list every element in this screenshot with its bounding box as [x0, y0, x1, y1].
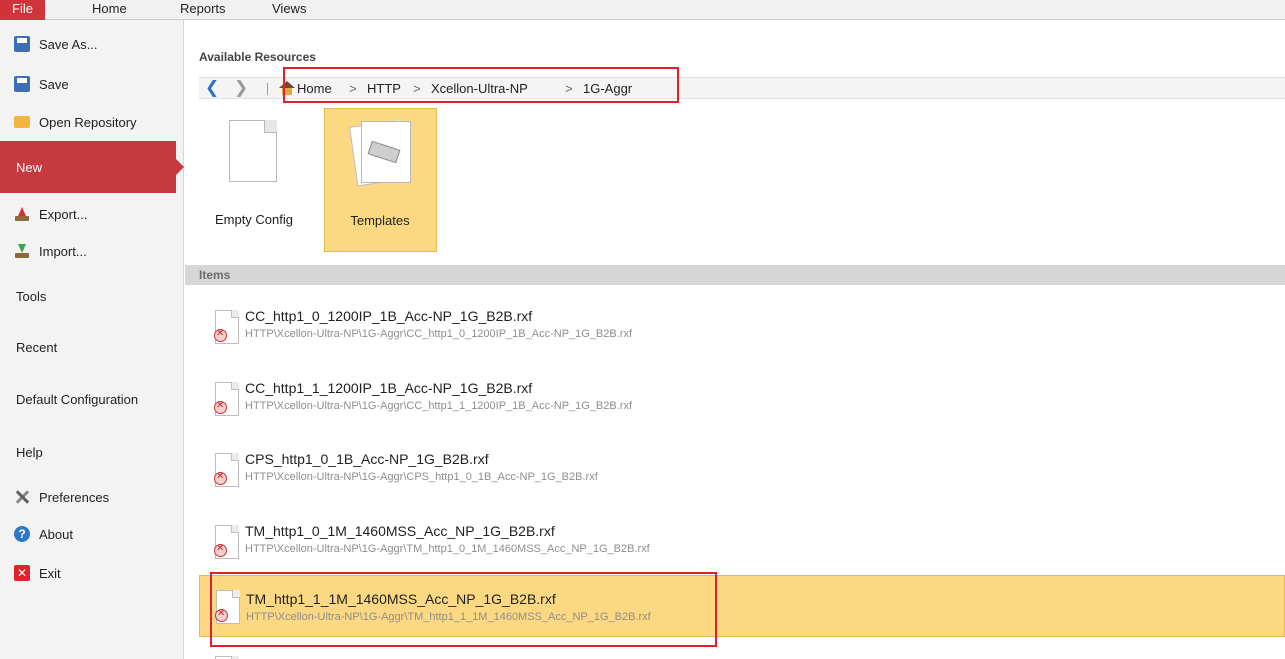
tile-empty-config[interactable]: Empty Config [199, 108, 309, 252]
nav-tools[interactable]: Tools [0, 288, 184, 308]
list-item[interactable]: TM_http1_0_1M_1460MSS_Acc_NP_1G_B2B.rxf … [199, 513, 1285, 571]
items-header: Items [185, 265, 1285, 285]
nav-recent-label: Recent [16, 340, 58, 355]
highlight-box-selected-item [210, 572, 717, 647]
tab-reports[interactable]: Reports [180, 0, 226, 20]
back-arrow-icon[interactable]: ❮ [205, 79, 219, 97]
list-item[interactable]: CPS_http1_0_1B_Acc-NP_1G_B2B.rxf HTTP\Xc… [199, 441, 1285, 499]
list-item[interactable]: CC_http1_1_1200IP_1B_Acc-NP_1G_B2B.rxf H… [199, 370, 1285, 428]
tab-views[interactable]: Views [272, 0, 306, 20]
item-name: CPS_http1_0_1B_Acc-NP_1G_B2B.rxf [245, 451, 489, 467]
tile-templates[interactable]: Templates [324, 108, 437, 252]
nav-export-label: Export... [39, 207, 88, 222]
tab-file[interactable]: File [0, 0, 45, 20]
tab-home[interactable]: Home [92, 0, 127, 20]
item-name: CC_http1_1_1200IP_1B_Acc-NP_1G_B2B.rxf [245, 380, 533, 396]
ribbon-menu-bar: File Home Reports Views [0, 0, 1285, 20]
help-icon: ? [14, 526, 30, 542]
nav-save-as[interactable]: Save As... [0, 36, 184, 56]
nav-preferences-label: Preferences [39, 490, 110, 505]
error-badge-icon [214, 400, 227, 414]
nav-help-label: Help [16, 445, 43, 460]
export-icon [14, 206, 30, 222]
items-header-label: Items [199, 268, 231, 282]
folder-icon [14, 116, 30, 128]
blank-document-icon [229, 120, 277, 182]
tools-icon [14, 489, 30, 505]
item-name: TM_http1_0_1M_1460MSS_Acc_NP_1G_B2B.rxf [245, 523, 555, 539]
nav-exit-label: Exit [39, 566, 61, 581]
nav-open-repository[interactable]: Open Repository [0, 114, 184, 134]
item-name: CC_http1_0_1200IP_1B_Acc-NP_1G_B2B.rxf [245, 308, 533, 324]
forward-arrow-icon[interactable]: ❯ [234, 79, 248, 97]
tile-templates-label: Templates [350, 213, 410, 228]
import-icon [14, 243, 30, 259]
toolbar-separator [267, 83, 268, 95]
nav-recent[interactable]: Recent [0, 339, 184, 359]
nav-import[interactable]: Import... [0, 243, 184, 263]
available-resources-title: Available Resources [199, 50, 316, 64]
nav-save[interactable]: Save [0, 76, 184, 96]
nav-new-label: New [16, 160, 43, 175]
close-icon: ✕ [14, 565, 30, 581]
item-path: HTTP\Xcellon-Ultra-NP\1G-Aggr\CC_http1_1… [245, 400, 633, 412]
highlight-box-breadcrumb [283, 67, 679, 103]
nav-default-configuration[interactable]: Default Configuration [0, 391, 184, 411]
nav-preferences[interactable]: Preferences [0, 489, 184, 509]
backstage-nav: Save As... Save Open Repository New Expo… [0, 20, 184, 659]
error-badge-icon [214, 471, 227, 485]
save-icon [14, 36, 30, 52]
nav-import-label: Import... [39, 244, 87, 259]
list-item-partial[interactable] [199, 652, 1285, 659]
item-path: HTTP\Xcellon-Ultra-NP\1G-Aggr\TM_http1_0… [245, 543, 650, 555]
item-path: HTTP\Xcellon-Ultra-NP\1G-Aggr\CPS_http1_… [245, 471, 598, 483]
nav-about-label: About [39, 527, 73, 542]
nav-save-as-label: Save As... [39, 37, 98, 52]
nav-about[interactable]: ? About [0, 526, 184, 546]
error-badge-icon [214, 328, 227, 342]
nav-export[interactable]: Export... [0, 206, 184, 226]
nav-help[interactable]: Help [0, 444, 184, 464]
selection-notch [176, 159, 184, 175]
nav-default-configuration-label: Default Configuration [16, 392, 139, 407]
item-path: HTTP\Xcellon-Ultra-NP\1G-Aggr\CC_http1_0… [245, 328, 633, 340]
nav-exit[interactable]: ✕ Exit [0, 565, 184, 585]
error-badge-icon [214, 543, 227, 557]
main-panel: Available Resources ❮ ❯ Home > HTTP > Xc… [185, 20, 1285, 659]
nav-save-label: Save [39, 77, 69, 92]
list-item[interactable]: CC_http1_0_1200IP_1B_Acc-NP_1G_B2B.rxf H… [199, 298, 1285, 356]
tile-empty-config-label: Empty Config [214, 212, 294, 227]
nav-tools-label: Tools [16, 289, 47, 304]
nav-open-repository-label: Open Repository [39, 115, 137, 130]
nav-new[interactable]: New [0, 141, 184, 193]
save-icon [14, 76, 30, 92]
